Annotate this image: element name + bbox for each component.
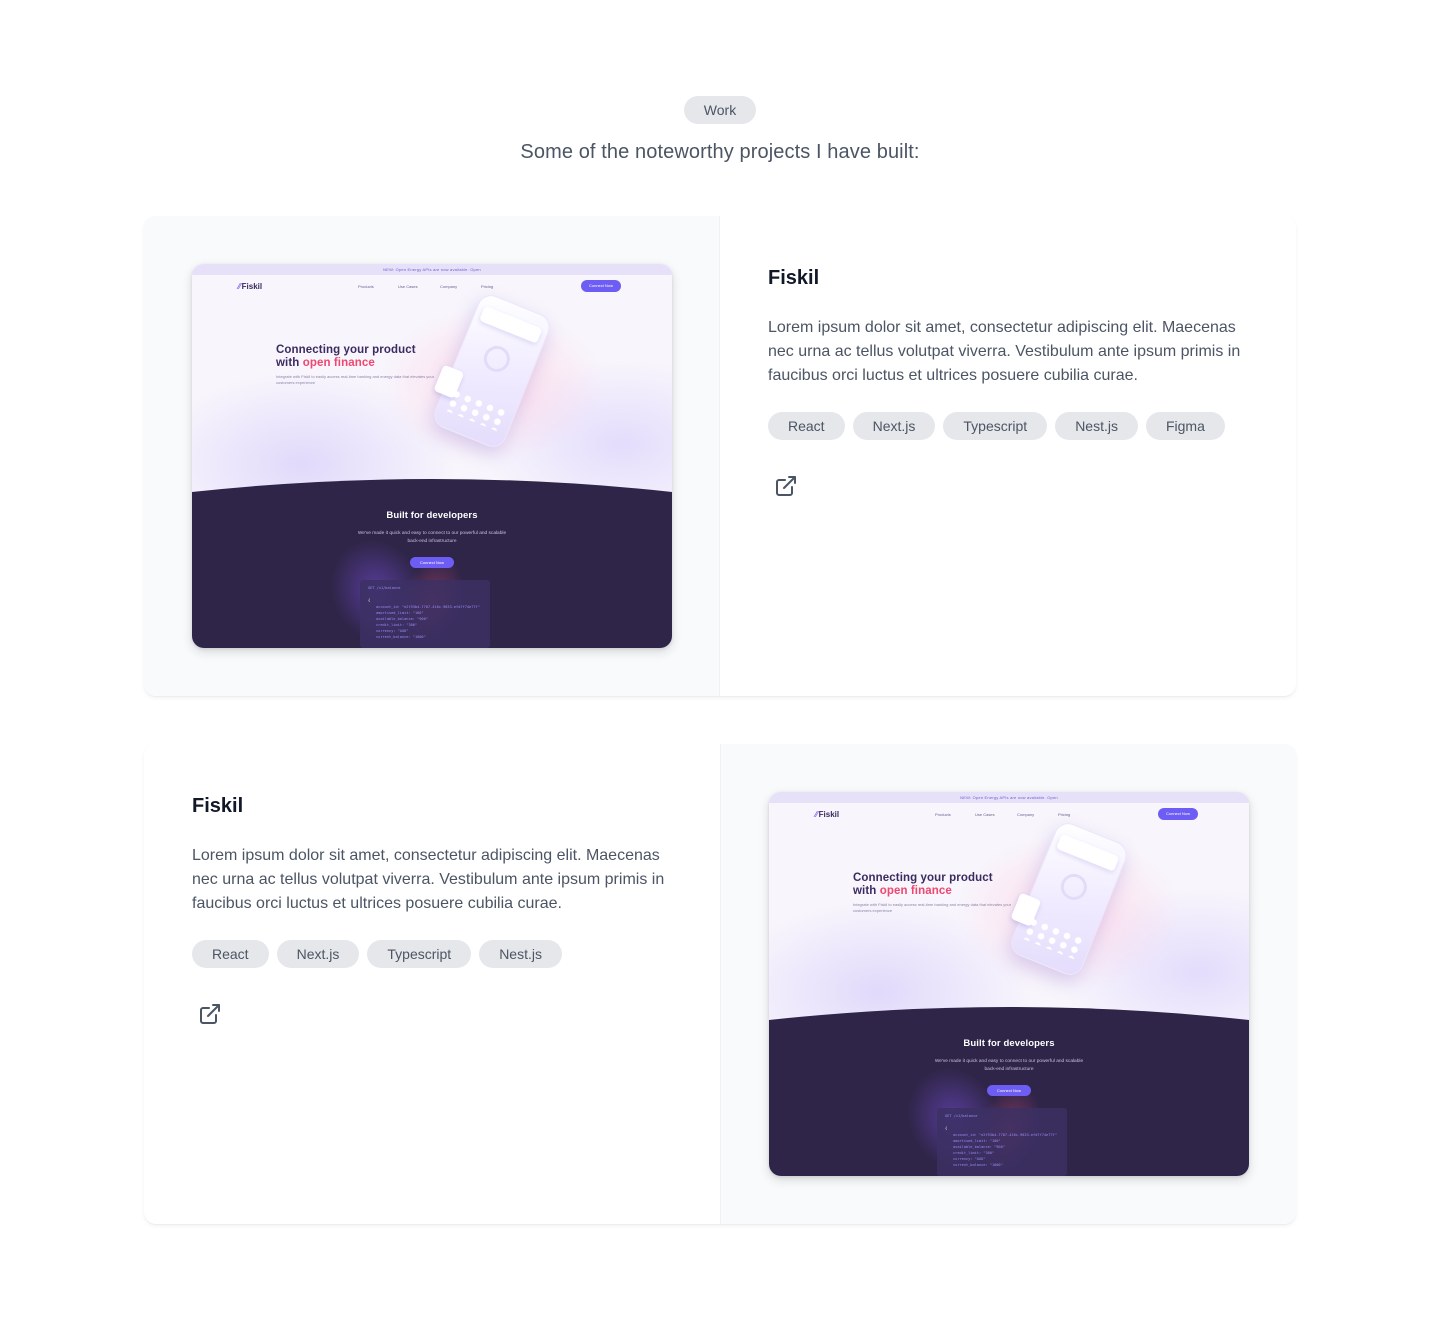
preview-nav-company: Company [440, 284, 458, 289]
tech-tag: Typescript [367, 940, 472, 968]
section-badge: Work [683, 96, 757, 124]
section-subtitle: Some of the noteworthy projects I have b… [520, 141, 920, 163]
preview-nav-pricing: Pricing [1058, 812, 1071, 817]
project-screenshot: NEW: Open Energy APIs are now available.… [192, 264, 672, 648]
preview-connect-button: Connect Now [581, 280, 621, 292]
tech-tag: React [768, 412, 845, 440]
tech-tag: Figma [1145, 412, 1225, 440]
external-link-icon [200, 1004, 220, 1024]
preview-dev-title: Built for developers [963, 1038, 1055, 1049]
preview-connect-button: Connect Now [1158, 808, 1198, 820]
preview-nav-products: Products [935, 812, 951, 817]
preview-nav-use-cases: Use Cases [398, 284, 418, 289]
project-media: NEW: Open Energy APIs are now available.… [720, 744, 1296, 1224]
preview-navbar: ⁄⁄Fiskil Products Use Cases Company Pric… [769, 808, 1249, 822]
external-link-icon [776, 476, 796, 496]
preview-hero-title: Connecting your product with open financ… [853, 872, 993, 897]
preview-nav-pricing: Pricing [481, 284, 494, 289]
tech-tags: React Next.js Typescript Nest.js [192, 940, 672, 968]
preview-hero-title: Connecting your product with open financ… [276, 344, 416, 369]
project-title: Fiskil [192, 795, 244, 817]
preview-nav-company: Company [1017, 812, 1035, 817]
tech-tag: Next.js [852, 412, 936, 440]
project-media: NEW: Open Energy APIs are now available.… [144, 216, 720, 696]
project-description: Lorem ipsum dolor sit amet, consectetur … [192, 847, 665, 912]
project-card: Fiskil Lorem ipsum dolor sit amet, conse… [144, 744, 1296, 1224]
preview-navbar: ⁄⁄Fiskil Products Use Cases Company Pric… [192, 280, 672, 294]
preview-announcement-banner: NEW: Open Energy APIs are now available.… [192, 264, 672, 275]
external-link-button[interactable] [768, 468, 804, 504]
preview-hero-subtitle: Integrate with Fiskil to easily access r… [853, 902, 1012, 913]
project-description: Lorem ipsum dolor sit amet, consectetur … [768, 319, 1241, 384]
preview-code-block: GET /v1/balance { account_id: "e2f53b4-7… [937, 1108, 1067, 1176]
preview-dev-button: Connect Now [987, 1085, 1031, 1096]
work-section-header: Work Some of the noteworthy projects I h… [0, 96, 1440, 164]
tech-tag: Nest.js [1055, 412, 1138, 440]
project-card: NEW: Open Energy APIs are now available.… [144, 216, 1296, 696]
preview-dev-title: Built for developers [386, 510, 478, 521]
project-info: Fiskil Lorem ipsum dolor sit amet, conse… [720, 216, 1296, 696]
fiskil-logo-icon: ⁄⁄ [815, 810, 818, 819]
preview-logo: ⁄⁄Fiskil [815, 810, 840, 819]
tech-tag: React [192, 940, 269, 968]
preview-dev-button: Connect Now [410, 557, 454, 568]
preview-dev-subtitle: We've made it quick and easy to connect … [934, 1059, 1084, 1072]
tech-tags: React Next.js Typescript Nest.js Figma [768, 412, 1248, 440]
preview-logo: ⁄⁄Fiskil [238, 282, 263, 291]
tech-tag: Nest.js [479, 940, 562, 968]
preview-nav-use-cases: Use Cases [975, 812, 995, 817]
preview-hero-subtitle: Integrate with Fiskil to easily access r… [276, 374, 435, 385]
tech-tag: Next.js [276, 940, 360, 968]
external-link-button[interactable] [192, 996, 228, 1032]
preview-code-block: GET /v1/balance { account_id: "e2f53b4-7… [360, 580, 490, 648]
fiskil-logo-icon: ⁄⁄ [238, 282, 241, 291]
project-info: Fiskil Lorem ipsum dolor sit amet, conse… [144, 744, 720, 1224]
project-screenshot: NEW: Open Energy APIs are now available.… [769, 792, 1249, 1176]
preview-dev-subtitle: We've made it quick and easy to connect … [357, 531, 507, 544]
preview-announcement-banner: NEW: Open Energy APIs are now available.… [769, 792, 1249, 803]
preview-nav-products: Products [358, 284, 374, 289]
project-title: Fiskil [768, 267, 820, 289]
tech-tag: Typescript [943, 412, 1048, 440]
